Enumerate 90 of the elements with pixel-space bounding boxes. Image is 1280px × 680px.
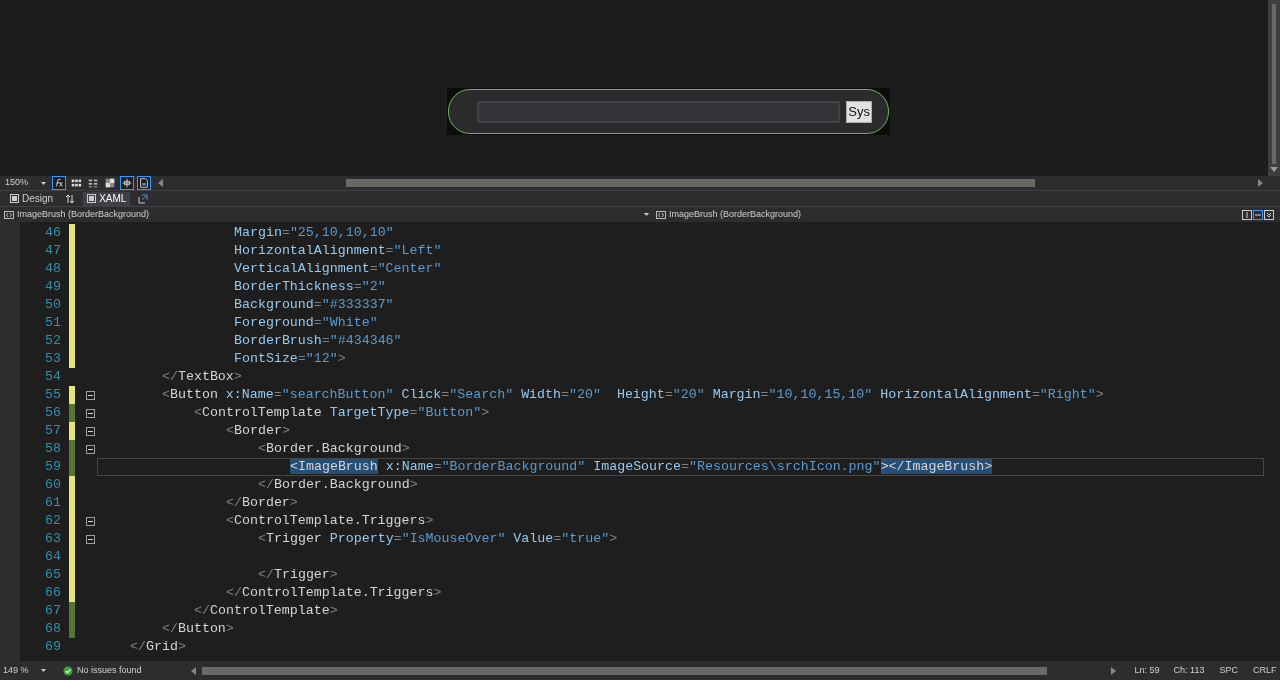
view-tab[interactable]: XAML (83, 191, 131, 206)
caret-icon (41, 181, 46, 185)
code-line: <ControlTemplate.Triggers> (226, 513, 434, 529)
code-line: </Button> (162, 621, 234, 637)
line-number: 64 (44, 548, 61, 566)
line-number: 67 (44, 602, 61, 620)
code-line: <Border.Background> (258, 441, 410, 457)
line-number: 61 (44, 494, 61, 512)
collapse-icon[interactable] (85, 516, 95, 526)
formula-tool-icon[interactable] (52, 176, 66, 190)
line-number: 57 (44, 422, 61, 440)
vertical-scrollbar[interactable] (1268, 0, 1280, 176)
line-number: 56 (44, 404, 61, 422)
scroll-left-icon[interactable] (157, 179, 163, 187)
breadcrumb-dropdown[interactable]: ImageBrush (BorderBackground) (640, 207, 1242, 222)
scroll-right-icon[interactable] (1110, 666, 1117, 675)
code-line: </Border> (226, 495, 298, 511)
line-number: 46 (44, 224, 61, 242)
line-number: 69 (44, 638, 61, 656)
line-number: 47 (44, 242, 61, 260)
line-number: 52 (44, 332, 61, 350)
line-number: 60 (44, 476, 61, 494)
checker-tool-icon[interactable] (103, 176, 117, 190)
horizontal-split-icon[interactable] (1253, 209, 1263, 220)
collapse-icon[interactable] (85, 426, 95, 436)
line-number: 51 (44, 314, 61, 332)
line-number: 48 (44, 260, 61, 278)
design-view-icon (10, 194, 19, 203)
code-line: Margin="25,10,10,10" (234, 225, 394, 241)
code-line: <Button x:Name="searchButton" Click="Search" Width="20" Height="20" Margin="10,10,15,10" HorizontalAlignment="Right"> (162, 387, 1104, 403)
code-line: BorderBrush="#434346" (234, 333, 402, 349)
line-number: 66 (44, 584, 61, 602)
swap-icon[interactable] (65, 193, 76, 204)
caret-icon (644, 213, 649, 216)
code-line: </ControlTemplate.Triggers> (226, 585, 442, 601)
vertical-split-icon[interactable] (1242, 209, 1252, 220)
line-number: 50 (44, 296, 61, 314)
code-line: VerticalAlignment="Center" (234, 261, 442, 277)
search-button[interactable]: Sys (846, 100, 872, 123)
scroll-right-icon[interactable] (1258, 179, 1264, 187)
code-line: </ControlTemplate> (194, 603, 338, 619)
zoom-dropdown[interactable]: 149 % (0, 663, 56, 678)
element-icon (4, 210, 14, 219)
code-line: Foreground="White" (234, 315, 378, 331)
view-tab[interactable]: Design (6, 191, 58, 206)
code-line: </Border.Background> (258, 477, 418, 493)
popout-icon[interactable] (138, 193, 149, 204)
collapse-icon[interactable] (85, 390, 95, 400)
horizontal-scrollbar[interactable] (201, 666, 1047, 675)
zoom-dropdown[interactable]: 150% (5, 176, 49, 190)
line-number: 59 (44, 458, 61, 476)
code-view-icon (87, 194, 97, 203)
snap-tool-icon[interactable] (120, 176, 134, 190)
breadcrumb-dropdown[interactable]: ImageBrush (BorderBackground) (0, 207, 640, 222)
line-number: 54 (44, 368, 61, 386)
scroll-left-icon[interactable] (189, 666, 196, 675)
line-number: 49 (44, 278, 61, 296)
code-line: </Trigger> (258, 567, 338, 583)
line-number: 65 (44, 566, 61, 584)
line-number: 58 (44, 440, 61, 458)
element-icon (656, 210, 666, 219)
code-line: Background="#333337" (234, 297, 394, 313)
line-number: 68 (44, 620, 61, 638)
caret-icon (41, 669, 46, 672)
code-line: HorizontalAlignment="Left" (234, 243, 442, 259)
code-line: </Grid> (130, 639, 186, 655)
line-number: 53 (44, 350, 61, 368)
collapse-icon[interactable] (85, 534, 95, 544)
code-line: <Trigger Property="IsMouseOver" Value="true"> (258, 531, 618, 547)
indent-mode[interactable]: SPC (1219, 663, 1238, 678)
line-indicator: Ln: 59 (1134, 663, 1160, 677)
code-line: <ImageBrush x:Name="BorderBackground" ImageSource="Resources\srchIcon.png"></ImageBrush> (290, 459, 993, 475)
scroll-down-icon[interactable] (1270, 167, 1278, 173)
line-ending[interactable]: CRLF (1252, 663, 1277, 678)
page-tool-icon[interactable] (137, 176, 151, 190)
line-number: 63 (44, 530, 61, 548)
line-number: 55 (44, 386, 61, 404)
issues-status[interactable]: No issues found (77, 663, 142, 678)
column-indicator: Ch: 113 (1173, 663, 1205, 677)
search-input[interactable] (477, 100, 841, 123)
code-line: <ControlTemplate TargetType="Button"> (194, 405, 490, 421)
code-line: BorderThickness="2" (234, 279, 386, 295)
code-line: </TextBox> (162, 369, 242, 385)
collapse-pane-icon[interactable] (1264, 209, 1274, 220)
collapse-icon[interactable] (85, 408, 95, 418)
code-line: <Border> (226, 423, 290, 439)
check-circle-icon (63, 665, 73, 676)
line-number: 62 (44, 512, 61, 530)
code-line: FontSize="12"> (234, 351, 346, 367)
collapse-icon[interactable] (85, 444, 95, 454)
